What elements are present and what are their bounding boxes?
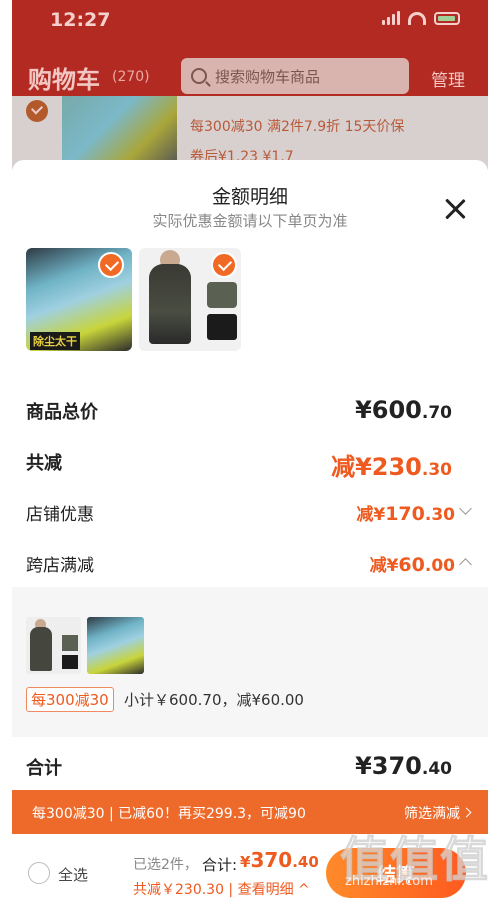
search-icon: [191, 68, 207, 84]
product-thumbnail: [62, 96, 177, 166]
selected-check-icon: [98, 252, 124, 278]
item-promo-text: 每300减30 满2件7.9折 15天价保: [190, 119, 405, 135]
battery-icon: [434, 11, 460, 25]
cross-shop-subtotal: 小计￥600.70，减¥60.00: [124, 691, 304, 709]
chevron-right-icon: [461, 807, 472, 818]
total-price-label: 商品总价: [26, 402, 98, 423]
chevron-up-icon[interactable]: [459, 558, 472, 571]
status-time: 12:27: [50, 9, 111, 31]
total-price-value: ¥600.70: [355, 396, 452, 424]
view-detail-link[interactable]: 共减￥230.30 | 查看明细 ^: [133, 879, 310, 899]
total-label: 合计:: [202, 856, 238, 874]
signal-icon: [382, 11, 400, 25]
cart-search-input[interactable]: 搜索购物车商品: [181, 58, 409, 94]
checked-icon: [26, 100, 48, 122]
total-discount-value: 减¥230.30: [331, 453, 452, 481]
chevron-down-icon[interactable]: [459, 502, 472, 515]
select-all-radio[interactable]: [28, 862, 50, 884]
shop-discount-label: 店铺优惠: [26, 505, 94, 525]
watermark-url: zhizhizhi.com: [345, 874, 433, 889]
status-bar: 12:27: [0, 0, 500, 44]
total-discount-label: 共减: [26, 453, 62, 474]
shop-discount-value[interactable]: 减¥170.30: [356, 500, 455, 525]
promo-tag: 每300减30: [26, 687, 114, 712]
wifi-icon: [408, 11, 426, 25]
cart-page-background: 购物车 (270) 搜索购物车商品 管理 12:27 每300减30 满2件7.…: [0, 0, 500, 170]
close-icon[interactable]: [444, 198, 466, 220]
search-placeholder: 搜索购物车商品: [215, 67, 321, 86]
grand-total-value: ¥370.40: [355, 752, 452, 780]
cart-item-background: 每300减30 满2件7.9折 15天价保 券后¥1.23 ¥1.7: [12, 96, 488, 170]
detail-image-cleaning-gel: [87, 617, 144, 674]
selected-count: 已选2件，: [133, 857, 198, 873]
image-tag: 除尘太干: [30, 332, 80, 350]
cart-title: 购物车: [28, 66, 100, 94]
total-value: ¥370.40: [240, 848, 319, 872]
cross-shop-label: 跨店满减: [26, 556, 94, 576]
promo-bar-text: 每300减30 | 已减60！再买299.3，可减90: [32, 806, 306, 822]
cross-shop-detail: 每300减30 小计￥600.70，减¥60.00: [12, 587, 488, 737]
select-all-label[interactable]: 全选: [58, 864, 88, 885]
sheet-title: 金额明细: [211, 186, 288, 208]
sheet-subtitle: 实际优惠金额请以下单页为准: [152, 212, 348, 230]
cart-count: (270): [112, 69, 150, 85]
detail-image-jacket: [26, 617, 81, 674]
grand-total-label: 合计: [26, 758, 62, 779]
cross-shop-value[interactable]: 减¥60.00: [370, 551, 455, 576]
manage-button[interactable]: 管理: [431, 66, 465, 91]
selected-check-icon: [211, 252, 237, 278]
